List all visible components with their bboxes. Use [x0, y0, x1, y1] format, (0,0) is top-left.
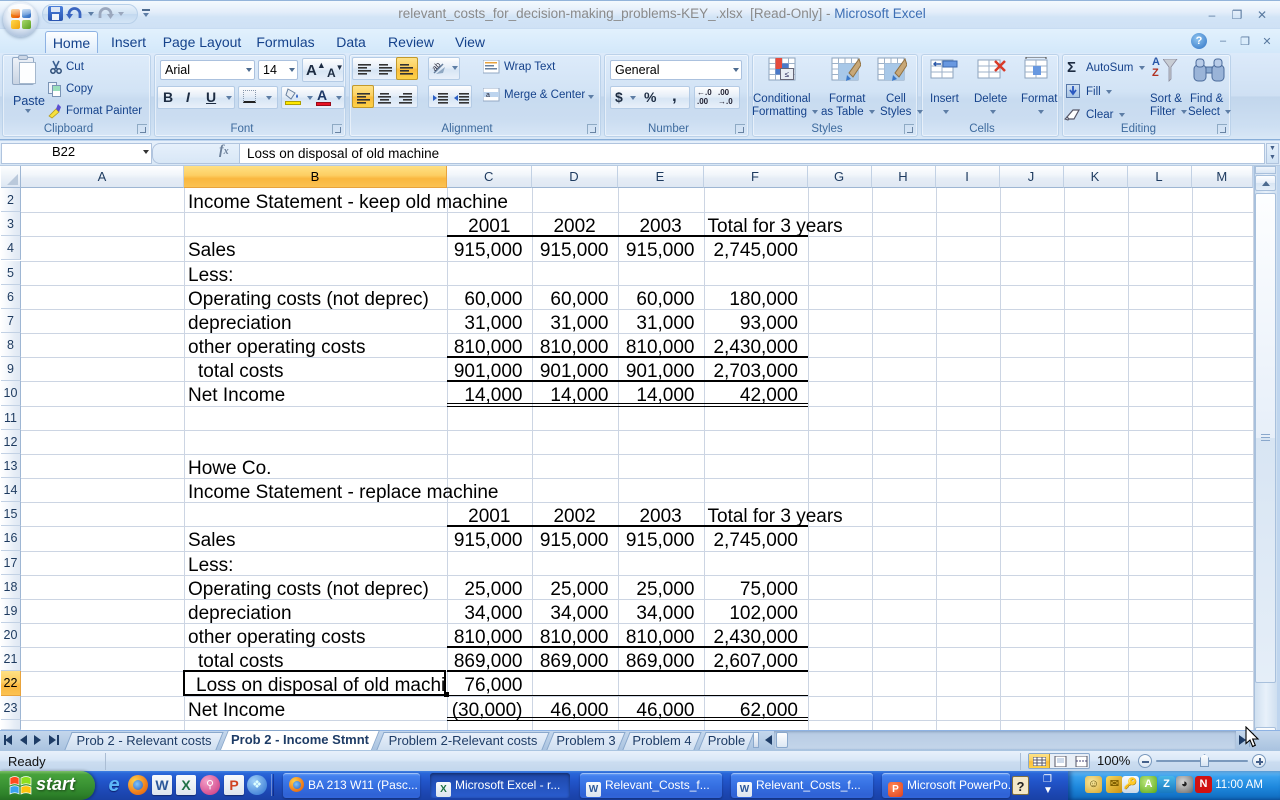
svg-text:a: a — [486, 92, 490, 99]
